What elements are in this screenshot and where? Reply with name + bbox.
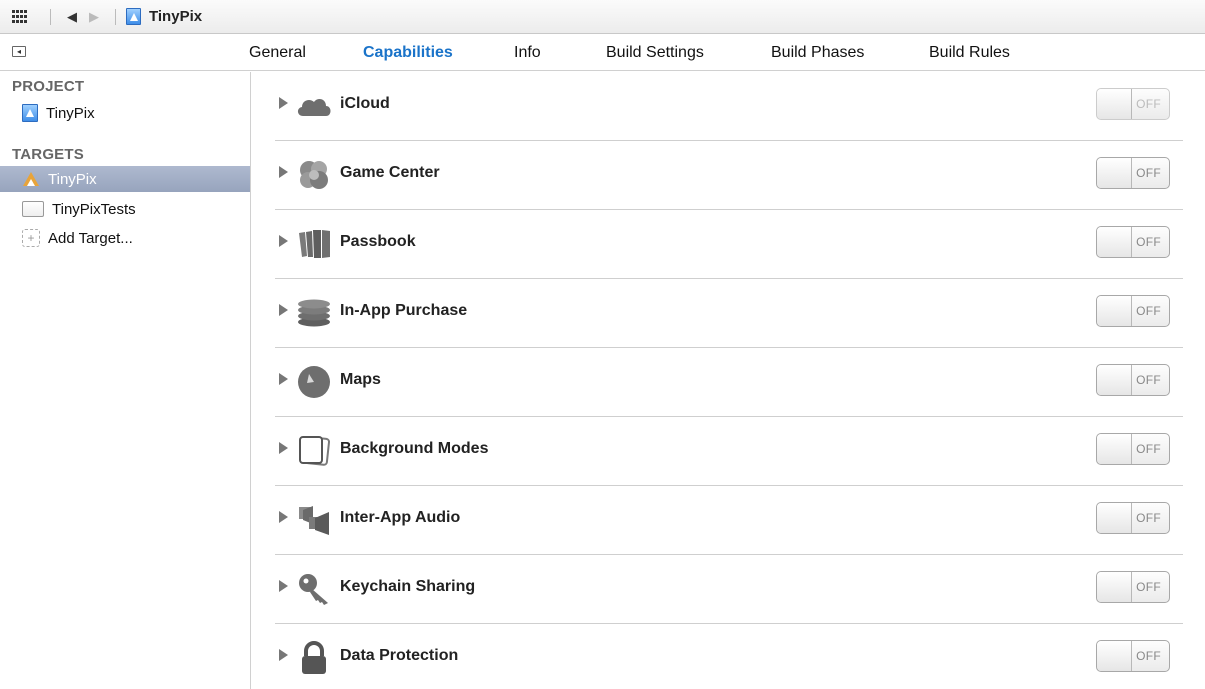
toggle-state: OFF [1136,649,1161,663]
divider [115,8,116,25]
toggle-state: OFF [1136,235,1161,249]
lock-icon [296,640,332,676]
capability-row-background-modes: Background Modes OFF [275,417,1183,486]
capability-label: Inter-App Audio [340,509,461,526]
icloud-toggle[interactable]: OFF [1096,88,1170,120]
toggle-state: OFF [1136,511,1161,525]
capability-label: iCloud [340,95,390,112]
capability-row-icloud: iCloud OFF [275,72,1183,141]
maps-toggle[interactable]: OFF [1096,364,1170,396]
plus-icon: + [22,229,40,247]
inter-app-audio-toggle[interactable]: OFF [1096,502,1170,534]
project-file-icon [22,104,38,122]
toggle-sidebar-icon[interactable]: ◂ [12,46,26,57]
add-target-button[interactable]: + Add Target... [0,225,250,251]
disclosure-triangle-icon[interactable] [279,304,288,316]
keychain-sharing-toggle[interactable]: OFF [1096,571,1170,603]
coins-icon [296,295,332,331]
disclosure-triangle-icon[interactable] [279,235,288,247]
in-app-purchase-toggle[interactable]: OFF [1096,295,1170,327]
capabilities-list: iCloud OFF Game Center OFF Passbook OFF … [252,72,1205,689]
toggle-state: OFF [1136,442,1161,456]
speaker-icon [296,502,332,538]
sidebar-item-label: TinyPix [46,104,95,122]
capability-row-maps: Maps OFF [275,348,1183,417]
capability-label: Maps [340,371,381,388]
game-center-icon [296,157,332,193]
capability-label: In-App Purchase [340,302,468,319]
project-navigator: PROJECT TinyPix TARGETS TinyPix TinyPixT… [0,72,251,689]
capability-row-game-center: Game Center OFF [275,141,1183,210]
breadcrumb-project[interactable]: TinyPix [149,8,202,25]
tab-general[interactable]: General [249,44,306,62]
capability-label: Data Protection [340,647,459,664]
sidebar-item-label: TinyPixTests [52,200,136,218]
capability-row-passbook: Passbook OFF [275,210,1183,279]
tab-build-rules[interactable]: Build Rules [929,44,1010,62]
data-protection-toggle[interactable]: OFF [1096,640,1170,672]
toggle-state: OFF [1136,373,1161,387]
toggle-state: OFF [1136,580,1161,594]
passbook-icon [296,226,332,262]
sidebar-item-label: Add Target... [48,229,133,247]
capability-row-keychain-sharing: Keychain Sharing OFF [275,555,1183,624]
tab-build-settings[interactable]: Build Settings [606,44,704,62]
editor-tab-bar: ◂ General Capabilities Info Build Settin… [0,35,1205,71]
capability-label: Background Modes [340,440,489,457]
passbook-toggle[interactable]: OFF [1096,226,1170,258]
disclosure-triangle-icon[interactable] [279,373,288,385]
test-bundle-icon [22,201,44,217]
jump-bar: ◀ ▶ TinyPix [0,0,1205,34]
disclosure-triangle-icon[interactable] [279,580,288,592]
disclosure-triangle-icon[interactable] [279,511,288,523]
back-arrow-icon[interactable]: ◀ [67,9,77,25]
capability-row-data-protection: Data Protection OFF [275,624,1183,689]
capability-row-inter-app-audio: Inter-App Audio OFF [275,486,1183,555]
game-center-toggle[interactable]: OFF [1096,157,1170,189]
key-icon [296,571,332,607]
toggle-state: OFF [1136,166,1161,180]
app-target-icon [22,170,40,188]
project-file-icon [126,8,141,25]
toggle-state: OFF [1136,97,1161,111]
capability-label: Passbook [340,233,416,250]
sidebar-item-project[interactable]: TinyPix [0,100,250,126]
related-items-icon[interactable] [12,9,28,24]
cloud-icon [296,88,332,124]
targets-section-header: TARGETS [12,146,84,163]
sidebar-item-label: TinyPix [48,170,97,188]
project-section-header: PROJECT [12,78,85,95]
compass-icon [296,364,332,400]
disclosure-triangle-icon[interactable] [279,649,288,661]
sidebar-item-target-tests[interactable]: TinyPixTests [0,196,250,222]
disclosure-triangle-icon[interactable] [279,97,288,109]
tab-build-phases[interactable]: Build Phases [771,44,864,62]
divider [50,8,51,25]
forward-arrow-icon[interactable]: ▶ [89,9,99,25]
sidebar-item-target-app[interactable]: TinyPix [0,166,250,192]
background-modes-icon [296,433,332,469]
disclosure-triangle-icon[interactable] [279,166,288,178]
toggle-state: OFF [1136,304,1161,318]
disclosure-triangle-icon[interactable] [279,442,288,454]
tab-info[interactable]: Info [514,44,541,62]
capability-label: Game Center [340,164,440,181]
tab-capabilities[interactable]: Capabilities [363,44,453,62]
background-modes-toggle[interactable]: OFF [1096,433,1170,465]
capability-row-in-app-purchase: In-App Purchase OFF [275,279,1183,348]
capability-label: Keychain Sharing [340,578,476,595]
